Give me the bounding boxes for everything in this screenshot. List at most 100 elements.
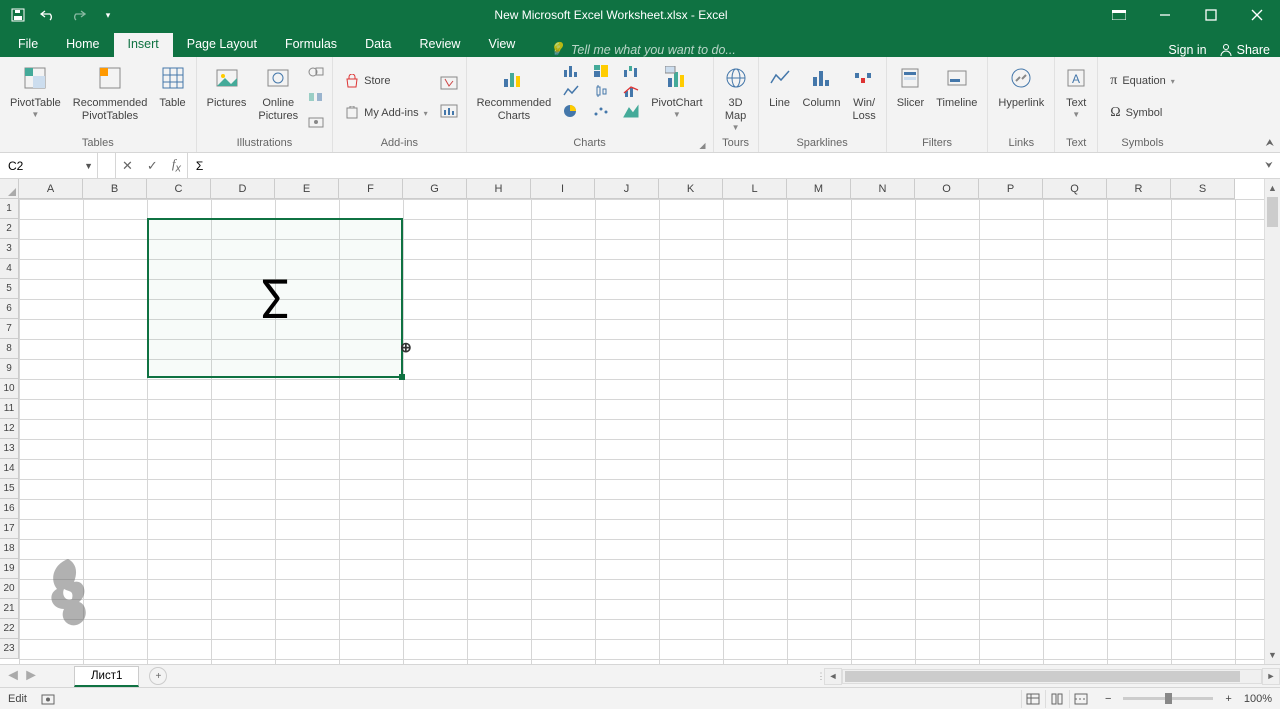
formula-input[interactable]: Σ bbox=[188, 153, 1258, 178]
scroll-left-icon[interactable]: ◄ bbox=[824, 668, 842, 685]
enter-icon[interactable]: ✓ bbox=[147, 158, 158, 174]
column-header[interactable]: D bbox=[211, 179, 275, 199]
sparkline-winloss-button[interactable]: Win/ Loss bbox=[846, 59, 881, 135]
slicer-button[interactable]: Slicer bbox=[891, 59, 931, 135]
column-header[interactable]: Q bbox=[1043, 179, 1107, 199]
scroll-down-icon[interactable]: ▼ bbox=[1265, 646, 1280, 664]
expand-formula-bar-icon[interactable]: ⮟ bbox=[1258, 153, 1280, 178]
pie-chart-icon[interactable] bbox=[563, 103, 579, 119]
tell-me-search[interactable]: 💡 Tell me what you want to do... bbox=[549, 42, 735, 57]
row-header[interactable]: 2 bbox=[0, 219, 19, 239]
cancel-icon[interactable]: ✕ bbox=[122, 158, 133, 174]
save-icon[interactable] bbox=[8, 5, 28, 25]
row-header[interactable]: 10 bbox=[0, 379, 19, 399]
hyperlink-button[interactable]: Hyperlink bbox=[992, 59, 1050, 135]
zoom-thumb[interactable] bbox=[1165, 693, 1172, 704]
recommended-pivot-button[interactable]: Recommended PivotTables bbox=[67, 59, 154, 135]
column-chart-icon[interactable] bbox=[563, 63, 579, 79]
column-header[interactable]: K bbox=[659, 179, 723, 199]
row-header[interactable]: 7 bbox=[0, 319, 19, 339]
sheet-tab-active[interactable]: Лист1 bbox=[74, 666, 139, 687]
row-header[interactable]: 19 bbox=[0, 559, 19, 579]
worksheet-grid[interactable]: ABCDEFGHIJKLMNOPQRS 12345678910111213141… bbox=[0, 179, 1280, 664]
table-button[interactable]: Table bbox=[153, 59, 191, 135]
undo-icon[interactable] bbox=[38, 5, 58, 25]
maximize-icon[interactable] bbox=[1188, 0, 1234, 30]
column-header[interactable]: B bbox=[83, 179, 147, 199]
column-header[interactable]: G bbox=[403, 179, 467, 199]
row-header[interactable]: 22 bbox=[0, 619, 19, 639]
charts-launcher-icon[interactable]: ◢ bbox=[699, 141, 705, 150]
column-header[interactable]: E bbox=[275, 179, 339, 199]
scatter-chart-icon[interactable] bbox=[593, 103, 609, 119]
tab-home[interactable]: Home bbox=[52, 33, 113, 57]
row-header[interactable]: 15 bbox=[0, 479, 19, 499]
normal-view-icon[interactable] bbox=[1021, 690, 1045, 708]
column-header[interactable]: H bbox=[467, 179, 531, 199]
name-box-dropdown-icon[interactable]: ▼ bbox=[84, 161, 93, 171]
row-header[interactable]: 11 bbox=[0, 399, 19, 419]
smartart-icon[interactable] bbox=[308, 90, 324, 104]
row-header[interactable]: 5 bbox=[0, 279, 19, 299]
tab-review[interactable]: Review bbox=[405, 33, 474, 57]
column-header[interactable]: J bbox=[595, 179, 659, 199]
row-header[interactable]: 18 bbox=[0, 539, 19, 559]
tab-insert[interactable]: Insert bbox=[114, 33, 173, 57]
hscroll-thumb[interactable] bbox=[845, 671, 1240, 682]
equation-button[interactable]: πEquation ▾ bbox=[1106, 71, 1179, 91]
collapse-ribbon-icon[interactable]: ⮝ bbox=[1266, 138, 1275, 149]
tab-data[interactable]: Data bbox=[351, 33, 405, 57]
combo-chart-icon[interactable] bbox=[623, 83, 639, 99]
redo-icon[interactable] bbox=[68, 5, 88, 25]
zoom-in-icon[interactable]: + bbox=[1225, 693, 1231, 705]
row-header[interactable]: 3 bbox=[0, 239, 19, 259]
column-header[interactable]: S bbox=[1171, 179, 1235, 199]
tab-formulas[interactable]: Formulas bbox=[271, 33, 351, 57]
column-header[interactable]: F bbox=[339, 179, 403, 199]
minimize-icon[interactable] bbox=[1142, 0, 1188, 30]
ribbon-display-icon[interactable] bbox=[1096, 0, 1142, 30]
column-header[interactable]: N bbox=[851, 179, 915, 199]
qat-dropdown-icon[interactable]: ▾ bbox=[98, 5, 118, 25]
vertical-scrollbar[interactable]: ▲ ▼ bbox=[1264, 179, 1280, 664]
horizontal-scrollbar[interactable]: ⋮ ◄ ► bbox=[818, 668, 1280, 685]
surface-chart-icon[interactable] bbox=[623, 103, 639, 119]
sign-in-link[interactable]: Sign in bbox=[1168, 43, 1206, 57]
sheet-nav-prev-icon[interactable]: ◄ bbox=[4, 667, 22, 685]
vscroll-thumb[interactable] bbox=[1267, 197, 1278, 227]
row-header[interactable]: 23 bbox=[0, 639, 19, 659]
screenshot-icon[interactable] bbox=[308, 115, 324, 129]
zoom-out-icon[interactable]: − bbox=[1105, 693, 1111, 705]
close-icon[interactable] bbox=[1234, 0, 1280, 30]
scroll-right-icon[interactable]: ► bbox=[1262, 668, 1280, 685]
row-header[interactable]: 9 bbox=[0, 359, 19, 379]
text-button[interactable]: A Text ▼ bbox=[1059, 59, 1093, 135]
hierarchy-chart-icon[interactable] bbox=[593, 63, 609, 79]
page-break-view-icon[interactable] bbox=[1069, 690, 1093, 708]
column-header[interactable]: O bbox=[915, 179, 979, 199]
row-header[interactable]: 4 bbox=[0, 259, 19, 279]
fx-icon[interactable]: fx bbox=[172, 156, 181, 175]
store-button[interactable]: Store bbox=[341, 72, 431, 90]
timeline-button[interactable]: Timeline bbox=[930, 59, 983, 135]
row-header[interactable]: 17 bbox=[0, 519, 19, 539]
sparkline-line-button[interactable]: Line bbox=[763, 59, 797, 135]
row-header[interactable]: 21 bbox=[0, 599, 19, 619]
zoom-level[interactable]: 100% bbox=[1244, 693, 1272, 705]
column-header[interactable]: C bbox=[147, 179, 211, 199]
line-chart-icon[interactable] bbox=[563, 83, 579, 99]
symbol-button[interactable]: ΩSymbol bbox=[1106, 103, 1179, 123]
sparkline-column-button[interactable]: Column bbox=[797, 59, 847, 135]
cells-area[interactable]: Σ ⊕ bbox=[19, 199, 1264, 664]
recommended-charts-button[interactable]: Recommended Charts bbox=[471, 59, 558, 135]
row-header[interactable]: 12 bbox=[0, 419, 19, 439]
pivottable-button[interactable]: PivotTable ▼ bbox=[4, 59, 67, 135]
add-sheet-button[interactable]: + bbox=[149, 667, 167, 685]
tab-page-layout[interactable]: Page Layout bbox=[173, 33, 271, 57]
column-header[interactable]: P bbox=[979, 179, 1043, 199]
row-header[interactable]: 6 bbox=[0, 299, 19, 319]
row-header[interactable]: 14 bbox=[0, 459, 19, 479]
statistic-chart-icon[interactable] bbox=[593, 83, 609, 99]
column-header[interactable]: R bbox=[1107, 179, 1171, 199]
3d-map-button[interactable]: 3D Map ▼ bbox=[718, 59, 754, 135]
